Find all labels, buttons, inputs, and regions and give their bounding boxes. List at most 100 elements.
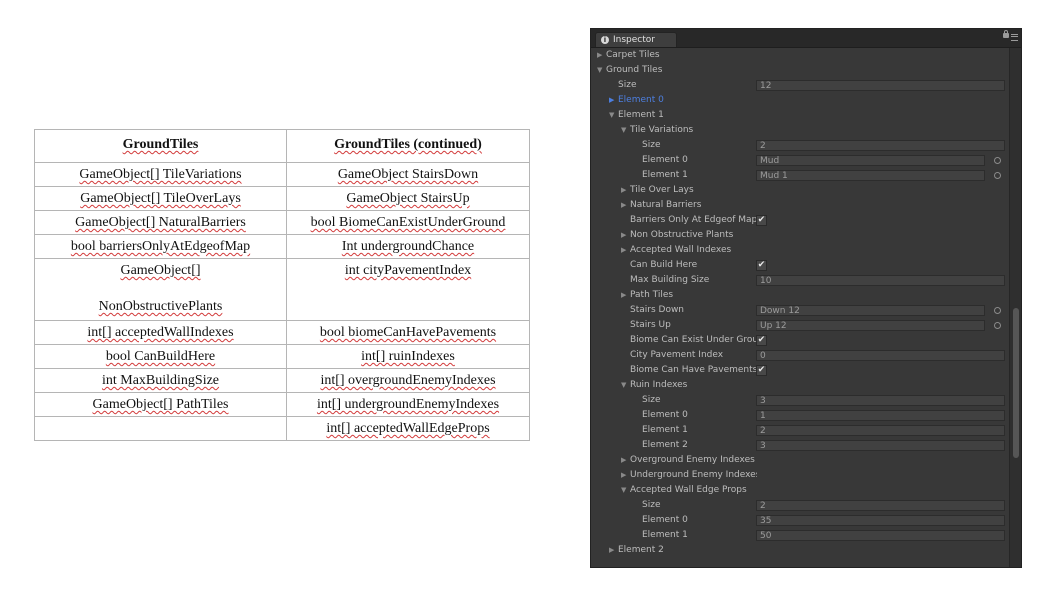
property-label-text: Path Tiles	[630, 290, 674, 300]
foldout-open-icon[interactable]: ▼	[621, 378, 630, 393]
inspector-row-natural-barriers[interactable]: ▶ Natural Barriers	[591, 198, 1009, 213]
inspector-row-ground-tiles[interactable]: ▼ Ground Tiles	[591, 63, 1009, 78]
object-picker-icon[interactable]	[994, 157, 1001, 164]
property-label: Barriers Only At Edgeof Map	[621, 213, 757, 228]
inspector-row-element-2[interactable]: ▶ Element 2	[591, 543, 1009, 558]
inspector-tab-label: Inspector	[613, 35, 655, 45]
checkbox[interactable]: ✔	[756, 215, 767, 226]
property-label[interactable]: ▶ Path Tiles	[621, 288, 757, 303]
table-row: GameObject[] TileOverLays GameObject Stai…	[34, 186, 530, 211]
property-label[interactable]: ▶ Tile Over Lays	[621, 183, 757, 198]
property-label-text: Overground Enemy Indexes	[630, 455, 755, 465]
table-cell: GameObject[] TileOverLays	[34, 186, 287, 211]
foldout-closed-icon[interactable]: ▶	[621, 183, 630, 198]
property-label[interactable]: ▼ Tile Variations	[621, 123, 757, 138]
foldout-closed-icon[interactable]: ▶	[621, 228, 630, 243]
inspector-tab[interactable]: i Inspector	[595, 32, 677, 47]
property-label[interactable]: ▼ Ground Tiles	[597, 63, 757, 78]
value-field[interactable]: 35	[756, 515, 1005, 526]
lock-icon[interactable]	[1003, 30, 1009, 38]
checkbox[interactable]: ✔	[756, 365, 767, 376]
foldout-open-icon[interactable]: ▼	[609, 108, 618, 123]
cell-text: GroundTiles (continued)	[334, 137, 482, 152]
scrollbar[interactable]	[1009, 48, 1021, 567]
cell-text: bool BiomeCanExistUnderGround	[310, 215, 506, 230]
foldout-closed-icon[interactable]: ▶	[621, 288, 630, 303]
foldout-open-icon[interactable]: ▼	[621, 483, 630, 498]
cell-text: GroundTiles	[122, 137, 199, 152]
object-field[interactable]: Mud 1	[756, 170, 985, 181]
foldout-closed-icon[interactable]: ▶	[621, 198, 630, 213]
inspector-row-size: Size 12	[591, 78, 1009, 93]
value-field[interactable]: 2	[756, 140, 1005, 151]
value-field[interactable]: 1	[756, 410, 1005, 421]
property-label[interactable]: ▶ Element 0	[609, 93, 757, 108]
property-label[interactable]: ▶ Overground Enemy Indexes	[621, 453, 757, 468]
foldout-closed-icon[interactable]: ▶	[621, 243, 630, 258]
table-row: int[] acceptedWallEdgeProps	[34, 416, 530, 441]
property-label[interactable]: ▶ Accepted Wall Indexes	[621, 243, 757, 258]
inspector-row-element-0[interactable]: ▶ Element 0	[591, 93, 1009, 108]
value-field[interactable]: 10	[756, 275, 1005, 286]
inspector-row-non-obstructive-plants[interactable]: ▶ Non Obstructive Plants	[591, 228, 1009, 243]
object-picker-icon[interactable]	[994, 322, 1001, 329]
property-label[interactable]: ▶ Element 2	[609, 543, 757, 558]
property-label[interactable]: ▼ Element 1	[609, 108, 757, 123]
inspector-row-accepted-wall-indexes[interactable]: ▶ Accepted Wall Indexes	[591, 243, 1009, 258]
property-label[interactable]: ▶ Underground Enemy Indexes	[621, 468, 757, 483]
inspector-row-element-1[interactable]: ▼ Element 1	[591, 108, 1009, 123]
property-label[interactable]: ▶ Non Obstructive Plants	[621, 228, 757, 243]
foldout-closed-icon[interactable]: ▶	[609, 93, 618, 108]
object-field[interactable]: Up 12	[756, 320, 985, 331]
property-label[interactable]: ▶ Natural Barriers	[621, 198, 757, 213]
table-cell: GameObject[] TileVariations	[34, 162, 287, 187]
property-label-text: Element 0	[642, 515, 688, 525]
property-label: Element 0	[633, 513, 757, 528]
table-row: GameObject[] TileVariations GameObject St…	[34, 162, 530, 187]
value-field[interactable]: 3	[756, 440, 1005, 451]
property-label[interactable]: ▼ Accepted Wall Edge Props	[621, 483, 757, 498]
property-label-text: Size	[642, 395, 661, 405]
foldout-open-icon[interactable]: ▼	[597, 63, 606, 78]
inspector-row-stairs-down: Stairs Down Down 12	[591, 303, 1009, 318]
object-picker-icon[interactable]	[994, 307, 1001, 314]
table-cell: bool CanBuildHere	[34, 344, 287, 369]
inspector-row-overground-enemy-indexes[interactable]: ▶ Overground Enemy Indexes	[591, 453, 1009, 468]
foldout-open-icon[interactable]: ▼	[621, 123, 630, 138]
inspector-row-ruin-indexes[interactable]: ▼ Ruin Indexes	[591, 378, 1009, 393]
value-field[interactable]: 50	[756, 530, 1005, 541]
value-field[interactable]: 12	[756, 80, 1005, 91]
inspector-row-carpet-tiles[interactable]: ▶ Carpet Tiles	[591, 48, 1009, 63]
inspector-row-path-tiles[interactable]: ▶ Path Tiles	[591, 288, 1009, 303]
table-cell: bool biomeCanHavePavements	[286, 320, 530, 345]
foldout-closed-icon[interactable]: ▶	[597, 48, 606, 63]
property-label-text: Ground Tiles	[606, 65, 663, 75]
object-picker-icon[interactable]	[994, 172, 1001, 179]
property-label-text: Carpet Tiles	[606, 50, 660, 60]
inspector-row-underground-enemy-indexes[interactable]: ▶ Underground Enemy Indexes	[591, 468, 1009, 483]
object-field[interactable]: Down 12	[756, 305, 985, 316]
table-cell: GameObject[] NonObstructivePlants	[34, 258, 287, 321]
foldout-closed-icon[interactable]: ▶	[609, 543, 618, 558]
inspector-row-tile-over-lays[interactable]: ▶ Tile Over Lays	[591, 183, 1009, 198]
foldout-closed-icon[interactable]: ▶	[621, 453, 630, 468]
checkbox[interactable]: ✔	[756, 335, 767, 346]
scrollbar-thumb[interactable]	[1013, 308, 1019, 458]
object-field[interactable]: Mud	[756, 155, 985, 166]
property-label[interactable]: ▼ Ruin Indexes	[621, 378, 757, 393]
value-field[interactable]: 0	[756, 350, 1005, 361]
value-field[interactable]: 2	[756, 425, 1005, 436]
foldout-closed-icon[interactable]: ▶	[621, 468, 630, 483]
value-field[interactable]: 2	[756, 500, 1005, 511]
checkbox[interactable]: ✔	[756, 260, 767, 271]
property-label[interactable]: ▶ Carpet Tiles	[597, 48, 757, 63]
inspector-row-size: Size 2	[591, 498, 1009, 513]
cell-text: int[] ruinIndexes	[361, 349, 455, 364]
inspector-row-tile-variations[interactable]: ▼ Tile Variations	[591, 123, 1009, 138]
property-label-text: Non Obstructive Plants	[630, 230, 734, 240]
property-label-text: Max Building Size	[630, 275, 710, 285]
inspector-row-accepted-wall-edge-props[interactable]: ▼ Accepted Wall Edge Props	[591, 483, 1009, 498]
table-cell: int[] undergroundEnemyIndexes	[286, 392, 530, 417]
value-field[interactable]: 3	[756, 395, 1005, 406]
menu-icon[interactable]	[1011, 34, 1018, 41]
